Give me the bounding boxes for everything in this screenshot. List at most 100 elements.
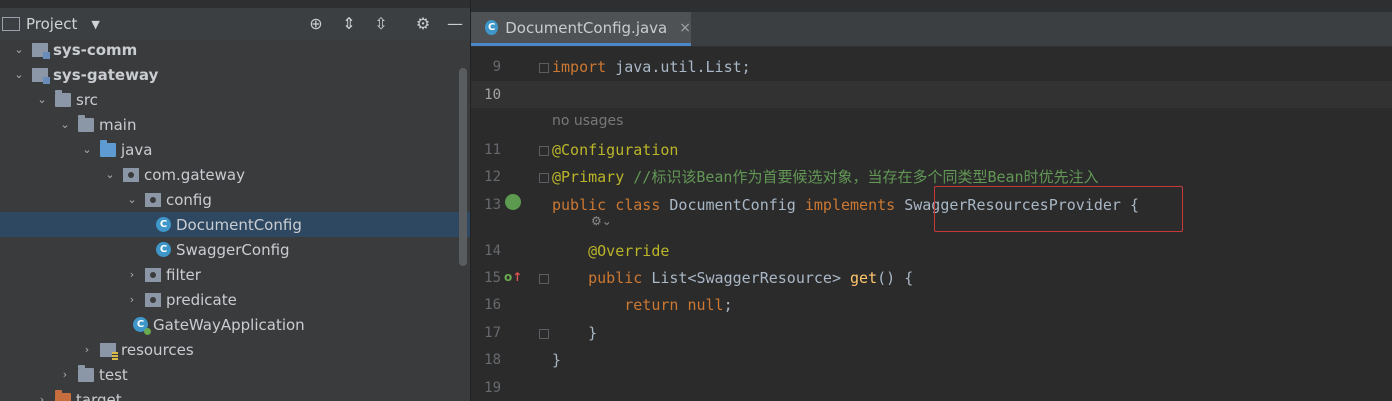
tree-item-swaggerconfig[interactable]: C SwaggerConfig: [0, 237, 470, 262]
inlay-hints-icon[interactable]: ⚙⌄: [591, 214, 612, 228]
resources-folder-icon: [100, 342, 118, 360]
code-text: public List<SwaggerResource> get() {: [588, 268, 914, 287]
tree-item-sys-comm[interactable]: ⌄ sys-comm: [0, 37, 470, 62]
fold-marker-icon[interactable]: [539, 173, 549, 183]
tree-item-java[interactable]: ⌄ java: [0, 137, 470, 162]
tree-item-com-gateway[interactable]: ⌄ com.gateway: [0, 162, 470, 187]
fold-marker-icon[interactable]: [539, 146, 549, 156]
tree-item-target[interactable]: › target: [0, 387, 470, 401]
chevron-down-icon[interactable]: ▼: [91, 18, 99, 31]
folder-icon: [78, 364, 94, 382]
fold-marker-icon[interactable]: [539, 274, 549, 284]
tree-item-label: src: [76, 90, 98, 109]
chevron-down-icon[interactable]: ⌄: [103, 168, 117, 181]
code-line: 17 }: [471, 319, 1392, 346]
chevron-down-icon[interactable]: ⌄: [12, 43, 26, 56]
title-strip: [471, 0, 1392, 12]
code-line: 16 return null;: [471, 291, 1392, 318]
project-panel-header: Project ▼ ⊕ ⇕ ⇳ ⚙ —: [0, 8, 470, 40]
chevron-down-icon[interactable]: ⌄: [80, 143, 94, 156]
chevron-down-icon[interactable]: ⌄: [12, 68, 26, 81]
override-marker-icon[interactable]: o↑: [504, 270, 522, 284]
class-icon: C: [156, 242, 171, 257]
folder-icon: [78, 114, 94, 132]
code-line: 18 }: [471, 346, 1392, 373]
class-icon: C: [156, 217, 171, 232]
code-editor[interactable]: C DocumentConfig.java × 9 import java.ut…: [471, 0, 1392, 401]
spring-app-icon: C: [133, 317, 151, 335]
chevron-right-icon[interactable]: ›: [80, 343, 94, 356]
chevron-right-icon[interactable]: ›: [125, 293, 139, 306]
tree-item-gatewayapplication[interactable]: C GateWayApplication: [0, 312, 470, 337]
editor-tab-bar: C DocumentConfig.java ×: [471, 0, 1392, 47]
locate-icon[interactable]: ⊕: [305, 13, 327, 35]
tree-item-label: sys-comm: [53, 40, 138, 59]
chevron-down-icon[interactable]: ⌄: [35, 93, 49, 106]
tree-item-label: resources: [121, 340, 194, 359]
line-number: 19: [484, 379, 501, 396]
tree-item-filter[interactable]: › filter: [0, 262, 470, 287]
tree-item-label: java: [121, 140, 153, 159]
tree-item-label: filter: [166, 265, 201, 284]
chevron-right-icon[interactable]: ›: [35, 393, 49, 401]
source-folder-icon: [100, 139, 116, 157]
chevron-down-icon[interactable]: ⌄: [125, 193, 139, 206]
expand-all-icon[interactable]: ⇕: [338, 13, 360, 35]
code-text: @Primary //标识该Bean作为首要候选对象，当存在多个同类型Bean时…: [552, 168, 1099, 186]
tree-item-label: config: [166, 190, 212, 209]
code-line: 10: [471, 81, 1392, 108]
code-line: 15 public List<SwaggerResource> get() {: [471, 264, 1392, 291]
package-icon: [123, 167, 139, 182]
tab-label: DocumentConfig.java: [505, 18, 668, 37]
tree-item-label: sys-gateway: [53, 65, 159, 84]
chevron-right-icon[interactable]: ›: [125, 268, 139, 281]
gear-icon[interactable]: ⚙: [412, 13, 434, 35]
code-text: return null;: [624, 295, 733, 314]
close-icon[interactable]: ×: [679, 20, 691, 36]
code-line: 11 @Configuration: [471, 136, 1392, 163]
tree-item-label: test: [99, 365, 128, 384]
package-icon: [145, 192, 161, 207]
class-icon: C: [485, 20, 499, 35]
tree-item-src[interactable]: ⌄ src: [0, 87, 470, 112]
project-view-icon: [2, 17, 20, 31]
tree-item-config[interactable]: ⌄ config: [0, 187, 470, 212]
tree-item-resources[interactable]: › resources: [0, 337, 470, 362]
line-number: 16: [484, 296, 501, 313]
package-icon: [145, 292, 161, 307]
line-number: 13: [484, 196, 501, 213]
package-icon: [145, 267, 161, 282]
line-number: 17: [484, 324, 501, 341]
tree-item-documentconfig[interactable]: C DocumentConfig: [0, 212, 470, 237]
tree-item-main[interactable]: ⌄ main: [0, 112, 470, 137]
highlight-box: [934, 186, 1183, 232]
minimize-icon[interactable]: —: [444, 13, 466, 35]
tree-item-label: target: [76, 390, 122, 401]
code-line: 12 @Primary //标识该Bean作为首要候选对象，当存在多个同类型Be…: [471, 163, 1392, 190]
line-number: 14: [484, 242, 501, 259]
usage-hint[interactable]: no usages: [552, 113, 623, 129]
tree-item-predicate[interactable]: › predicate: [0, 287, 470, 312]
tab-documentconfig[interactable]: C DocumentConfig.java ×: [471, 12, 691, 46]
tree-item-label: DocumentConfig: [176, 215, 302, 234]
folder-icon: [55, 89, 71, 107]
tree-scrollbar[interactable]: [459, 68, 467, 266]
code-text: import java.util.List;: [552, 57, 751, 76]
code-line: 9 import java.util.List;: [471, 53, 1392, 80]
chevron-down-icon[interactable]: ⌄: [58, 118, 72, 131]
collapse-all-icon[interactable]: ⇳: [370, 13, 392, 35]
line-number: 15: [484, 269, 501, 286]
fold-marker-icon[interactable]: [539, 63, 549, 73]
chevron-right-icon[interactable]: ›: [58, 368, 72, 381]
tree-item-test[interactable]: › test: [0, 362, 470, 387]
tree-item-sys-gateway[interactable]: ⌄ sys-gateway: [0, 62, 470, 87]
tree-item-label: GateWayApplication: [153, 315, 305, 334]
fold-marker-icon[interactable]: [539, 329, 549, 339]
line-number: 12: [484, 168, 501, 185]
title-strip: [0, 0, 470, 8]
spring-bean-icon[interactable]: [505, 194, 521, 210]
project-panel-title[interactable]: Project: [26, 15, 77, 33]
line-number: 9: [492, 58, 501, 75]
code-line: 19: [471, 374, 1392, 401]
code-line: 14 @Override: [471, 237, 1392, 264]
